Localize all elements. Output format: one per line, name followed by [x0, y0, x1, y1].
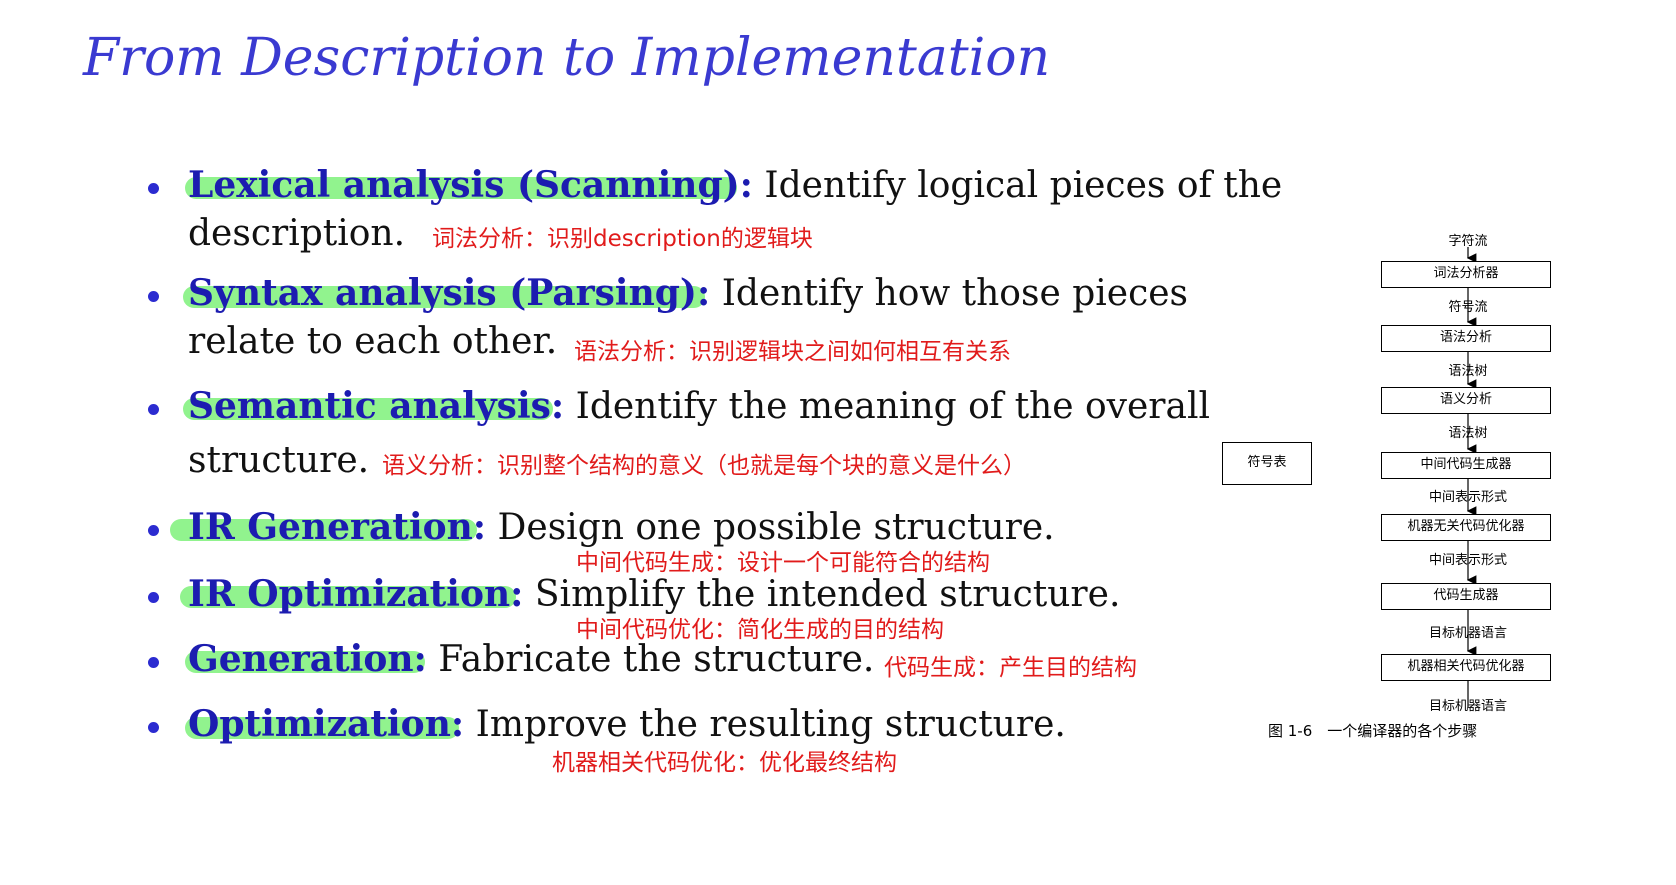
diagram-label-5: 中间表示形式 [1428, 553, 1508, 568]
item-3-desc: Identify the meaning of the overall [564, 386, 1210, 427]
item-7-note: 机器相关代码优化：优化最终结构 [552, 750, 897, 776]
slide-title: From Description to Implementation [83, 28, 1051, 88]
item-1-note: 词法分析：识别description的逻辑块 [432, 226, 813, 252]
diagram-box-7: 机器相关代码优化器 [1381, 654, 1551, 681]
diagram-top-label: 字符流 [1448, 234, 1488, 249]
bullet [148, 722, 159, 733]
diagram-box-5: 机器无关代码优化器 [1381, 514, 1551, 541]
item-1-desc: Identify logical pieces of the [752, 165, 1283, 206]
bullet [148, 657, 159, 668]
symbol-table-label: 符号表 [1247, 455, 1287, 470]
diagram-box-6: 代码生成器 [1381, 583, 1551, 610]
diagram-box-4: 中间代码生成器 [1381, 452, 1551, 479]
bullet [148, 525, 159, 536]
item-6-desc: Fabricate the structure. [426, 639, 875, 680]
diagram-box-1: 词法分析器 [1381, 261, 1551, 288]
item-6-term: Generation: [188, 638, 427, 680]
item-7-line-1: Optimization: Improve the resulting stru… [188, 703, 1066, 745]
diagram-box-3: 语义分析 [1381, 387, 1551, 414]
item-4-line-1: IR Generation: Design one possible struc… [188, 506, 1055, 548]
item-2-term: Syntax analysis (Parsing): [188, 272, 711, 314]
item-3-term: Semantic analysis: [188, 385, 565, 427]
compiler-phases-diagram: 字符流 词法分析器 符号流 语法分析 语法树 语义分析 语法树 中间代码生成器 … [1300, 234, 1676, 798]
bullet [148, 291, 159, 302]
bullet [148, 404, 159, 415]
item-5-term: IR Optimization: [188, 573, 524, 615]
item-1-term: Lexical analysis (Scanning): [188, 164, 753, 206]
item-3-note: 语义分析：识别整个结构的意义（也就是每个块的意义是什么） [382, 453, 1026, 479]
item-2-line-2: relate to each other. [188, 321, 558, 362]
diagram-label-7: 目标机器语言 [1428, 699, 1508, 714]
item-7-term: Optimization: [188, 703, 465, 745]
item-6-note: 代码生成：产生目的结构 [884, 655, 1137, 681]
item-1-line-2: description. [188, 213, 406, 254]
item-7-desc: Improve the resulting structure. [464, 704, 1066, 745]
diagram-label-2: 语法树 [1448, 364, 1488, 379]
diagram-label-6: 目标机器语言 [1428, 626, 1508, 641]
bullet [148, 183, 159, 194]
item-2-note: 语法分析：识别逻辑块之间如何相互有关系 [574, 339, 1011, 365]
diagram-label-1: 符号流 [1448, 300, 1488, 315]
item-4-term: IR Generation: [188, 506, 487, 548]
item-3-line-2: structure. [188, 440, 370, 481]
item-2-desc: Identify how those pieces [710, 273, 1189, 314]
item-6-line-1: Generation: Fabricate the structure. [188, 638, 874, 680]
item-5-line-1: IR Optimization: Simplify the intended s… [188, 573, 1120, 615]
bullet [148, 592, 159, 603]
item-5-note: 中间代码优化：简化生成的目的结构 [576, 617, 944, 643]
item-3-line-1: Semantic analysis: Identify the meaning … [188, 385, 1210, 427]
diagram-label-4: 中间表示形式 [1428, 490, 1508, 505]
diagram-box-2: 语法分析 [1381, 325, 1551, 352]
item-5-desc: Simplify the intended structure. [523, 574, 1121, 615]
symbol-table-box: 符号表 [1222, 442, 1312, 485]
item-4-note: 中间代码生成：设计一个可能符合的结构 [576, 550, 990, 576]
item-1-line-1: Lexical analysis (Scanning): Identify lo… [188, 164, 1282, 206]
item-2-line-1: Syntax analysis (Parsing): Identify how … [188, 272, 1188, 314]
diagram-label-3: 语法树 [1448, 426, 1488, 441]
item-4-desc: Design one possible structure. [486, 507, 1055, 548]
diagram-caption: 图 1-6 一个编译器的各个步骤 [1268, 722, 1478, 740]
